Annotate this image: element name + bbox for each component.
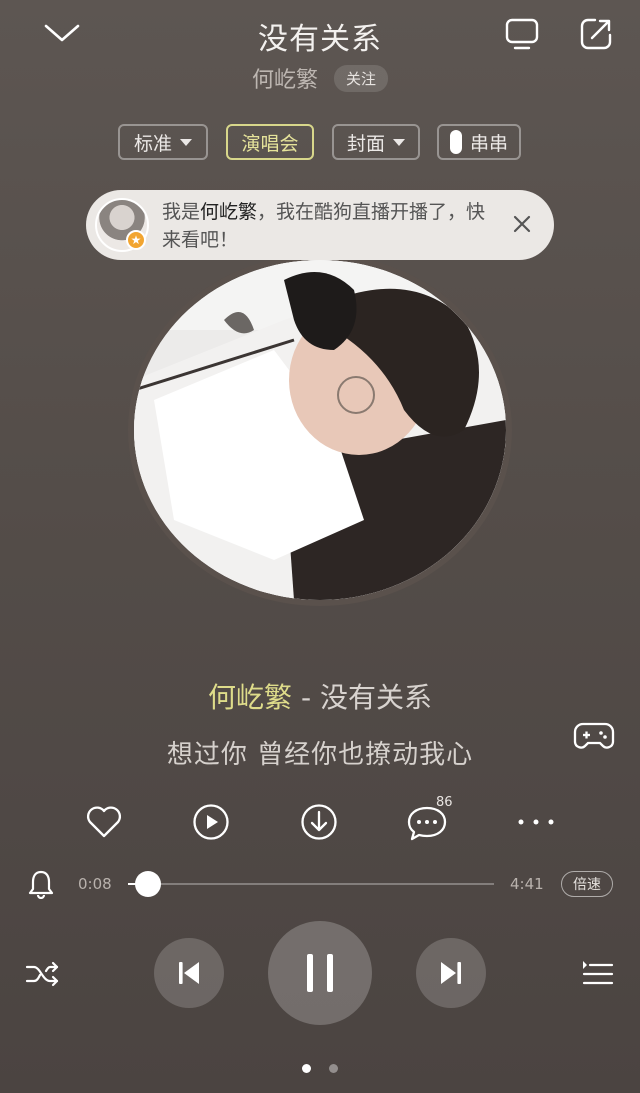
previous-button[interactable] bbox=[154, 938, 224, 1008]
song-title: 没有关系 bbox=[258, 22, 382, 57]
playlist-icon[interactable] bbox=[578, 956, 616, 992]
cover-label: 封面 bbox=[346, 132, 385, 155]
album-cover[interactable] bbox=[128, 254, 512, 606]
shuffle-icon[interactable] bbox=[24, 956, 62, 992]
song-artist[interactable]: 何屹繁 bbox=[208, 681, 292, 714]
speed-button[interactable]: 倍速 bbox=[561, 871, 613, 897]
close-icon[interactable] bbox=[510, 212, 534, 236]
page-dot[interactable] bbox=[329, 1064, 338, 1073]
skip-next-icon bbox=[441, 962, 461, 984]
song-info: 何屹繁 - 没有关系 bbox=[0, 676, 640, 716]
caret-down-icon bbox=[393, 138, 405, 146]
banner-text-prefix: 我是 bbox=[162, 201, 201, 223]
bell-icon[interactable] bbox=[26, 868, 56, 900]
follow-button[interactable]: 关注 bbox=[334, 64, 389, 92]
quality-label: 标准 bbox=[133, 132, 172, 155]
concert-label: 演唱会 bbox=[241, 132, 299, 155]
header-artist-name[interactable]: 何屹繁 bbox=[252, 62, 318, 94]
comment-count: 86 bbox=[436, 795, 453, 810]
tv-cast-icon[interactable] bbox=[502, 14, 542, 54]
cover-dropdown[interactable]: 封面 bbox=[332, 124, 420, 160]
artist-row: 何屹繁 关注 bbox=[0, 62, 640, 94]
concert-button[interactable]: 演唱会 bbox=[226, 124, 314, 160]
banner-artist-name: 何屹繁 bbox=[200, 201, 258, 223]
current-lyric[interactable]: 想过你 曾经你也撩动我心 bbox=[0, 734, 640, 771]
song-separator: - bbox=[292, 681, 320, 714]
page-indicator bbox=[0, 1064, 640, 1073]
star-icon: ★ bbox=[126, 230, 146, 250]
video-play-icon[interactable] bbox=[189, 800, 233, 844]
pause-button[interactable] bbox=[268, 921, 372, 1025]
page-dot[interactable] bbox=[302, 1064, 311, 1073]
quality-dropdown[interactable]: 标准 bbox=[118, 124, 208, 160]
gamepad-icon[interactable] bbox=[572, 716, 616, 756]
total-time: 4:41 bbox=[510, 875, 544, 893]
progress-track[interactable] bbox=[128, 883, 494, 885]
progress-thumb[interactable] bbox=[135, 871, 162, 897]
share-icon[interactable] bbox=[576, 14, 616, 54]
chuanchuan-label: 串串 bbox=[469, 132, 508, 155]
download-icon[interactable] bbox=[297, 800, 341, 844]
chuanchuan-toggle[interactable]: 串串 bbox=[437, 124, 521, 160]
album-photo bbox=[134, 260, 506, 600]
pause-icon bbox=[307, 954, 333, 992]
banner-message: 我是何屹繁，我在酷狗直播开播了，快来看吧！ bbox=[162, 198, 502, 254]
song-name: 没有关系 bbox=[319, 681, 432, 714]
skip-previous-icon bbox=[179, 962, 199, 984]
more-icon[interactable] bbox=[514, 808, 558, 836]
heart-icon[interactable] bbox=[82, 800, 126, 844]
current-time: 0:08 bbox=[78, 875, 112, 893]
live-stream-banner[interactable]: ★ 我是何屹繁，我在酷狗直播开播了，快来看吧！ bbox=[86, 190, 554, 260]
toggle-knob bbox=[449, 130, 462, 154]
next-button[interactable] bbox=[416, 938, 486, 1008]
caret-down-icon bbox=[180, 138, 192, 146]
